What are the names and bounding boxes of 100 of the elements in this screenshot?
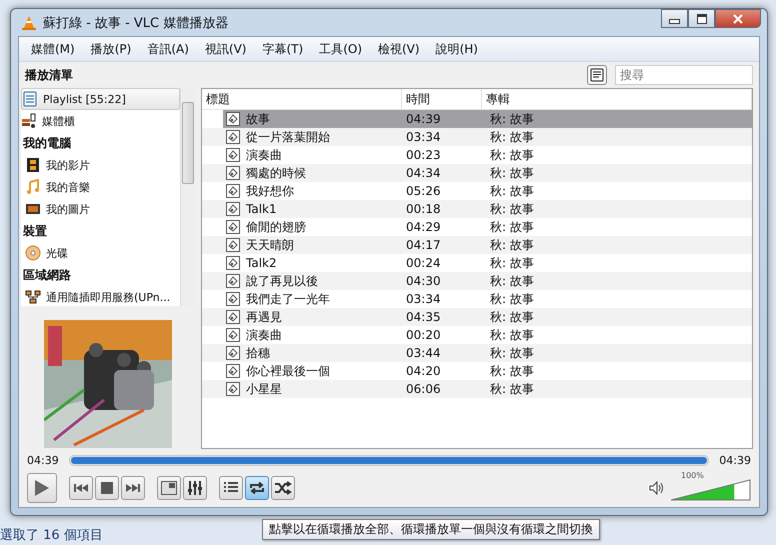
track-album: 秋: 故事 bbox=[489, 272, 535, 290]
track-title: 我好想你 bbox=[246, 182, 294, 200]
track-time: 00:23 bbox=[405, 148, 442, 162]
track-time: 00:18 bbox=[405, 202, 442, 216]
previous-icon bbox=[73, 483, 89, 493]
playlist-row[interactable]: 我好想你 05:26 秋: 故事 bbox=[202, 182, 752, 200]
close-icon bbox=[733, 14, 743, 24]
playlist-row[interactable]: 說了再見以後 04:30 秋: 故事 bbox=[202, 272, 752, 290]
menu-item[interactable]: 字幕(T) bbox=[254, 40, 312, 58]
playlist-row[interactable]: 故事 04:39 秋: 故事 bbox=[223, 110, 752, 128]
audio-file-icon bbox=[226, 184, 240, 198]
picture-frame-icon bbox=[25, 201, 41, 217]
playlist-row[interactable]: 獨處的時候 04:34 秋: 故事 bbox=[202, 164, 752, 182]
track-time: 04:20 bbox=[405, 364, 442, 378]
playlist-row[interactable]: 偷閒的翅膀 04:29 秋: 故事 bbox=[202, 218, 752, 236]
track-album: 秋: 故事 bbox=[489, 380, 535, 398]
audio-file-icon bbox=[226, 166, 240, 180]
track-title: 再遇見 bbox=[246, 308, 282, 326]
view-mode-button[interactable] bbox=[587, 65, 607, 85]
list-icon bbox=[223, 481, 239, 495]
column-header[interactable]: 時間 bbox=[402, 89, 482, 109]
sidebar-item[interactable]: Playlist [55:22] bbox=[21, 88, 180, 110]
audio-file-icon bbox=[226, 238, 240, 252]
playlist-row[interactable]: Talk2 00:24 秋: 故事 bbox=[202, 254, 752, 272]
window-icon bbox=[161, 481, 177, 495]
playlist-button[interactable] bbox=[219, 476, 243, 500]
equalizer-icon bbox=[187, 480, 203, 496]
playlist-row[interactable]: 拾穗 03:44 秋: 故事 bbox=[202, 344, 752, 362]
elapsed-time: 04:39 bbox=[27, 454, 59, 466]
audio-file-icon bbox=[226, 220, 240, 234]
next-icon bbox=[125, 483, 141, 493]
play-button[interactable] bbox=[27, 473, 57, 503]
shuffle-button[interactable] bbox=[271, 476, 295, 500]
playlist-row[interactable]: 從一片落葉開始 03:34 秋: 故事 bbox=[202, 128, 752, 146]
menu-item[interactable]: 音訊(A) bbox=[139, 40, 197, 58]
playlist-row[interactable]: 演奏曲 00:20 秋: 故事 bbox=[202, 326, 752, 344]
track-album: 秋: 故事 bbox=[489, 308, 535, 326]
column-header[interactable]: 標題 bbox=[202, 89, 402, 109]
search-field[interactable]: 搜尋 bbox=[615, 65, 753, 85]
playlist-title: 播放清單 bbox=[25, 66, 74, 84]
sidebar-item[interactable]: 我的圖片 bbox=[21, 198, 180, 220]
previous-button[interactable] bbox=[69, 476, 93, 500]
sidebar-item[interactable]: 通用隨插即用服務(UPn... bbox=[21, 286, 180, 306]
stop-button[interactable] bbox=[95, 476, 119, 500]
playlist-row[interactable]: 再遇見 04:35 秋: 故事 bbox=[202, 308, 752, 326]
menu-item[interactable]: 檢視(V) bbox=[370, 40, 428, 58]
sidebar-item[interactable]: 我的音樂 bbox=[21, 176, 180, 198]
track-time: 06:06 bbox=[405, 382, 442, 396]
track-album: 秋: 故事 bbox=[489, 236, 535, 254]
track-time: 03:44 bbox=[405, 346, 442, 360]
track-title: 天天晴朗 bbox=[246, 236, 294, 254]
sidebar-item[interactable]: 光碟 bbox=[21, 242, 180, 264]
track-album: 秋: 故事 bbox=[489, 344, 535, 362]
playlist-row[interactable]: 我們走了一光年 03:34 秋: 故事 bbox=[202, 290, 752, 308]
traffic-cone-icon bbox=[21, 14, 37, 30]
playlist-icon bbox=[22, 91, 38, 107]
track-time: 00:24 bbox=[405, 256, 442, 270]
speaker-icon[interactable] bbox=[649, 481, 665, 495]
close-button[interactable] bbox=[715, 9, 761, 28]
sidebar-heading: 我的電腦 bbox=[22, 135, 72, 152]
track-time: 04:17 bbox=[405, 238, 442, 252]
track-time: 04:29 bbox=[405, 220, 442, 234]
sidebar-heading: 裝置 bbox=[22, 223, 48, 240]
playlist-row[interactable]: 你心裡最後一個 04:20 秋: 故事 bbox=[202, 362, 752, 380]
maximize-button[interactable] bbox=[688, 9, 715, 28]
shuffle-icon bbox=[274, 481, 292, 495]
playlist-row[interactable]: Talk1 00:18 秋: 故事 bbox=[202, 200, 752, 218]
sidebar-heading: 區域網路 bbox=[22, 267, 72, 284]
loop-button[interactable] bbox=[245, 476, 269, 500]
track-title: Talk2 bbox=[246, 256, 277, 270]
menu-item[interactable]: 說明(H) bbox=[428, 40, 486, 58]
audio-file-icon bbox=[226, 256, 240, 270]
equalizer-button[interactable] bbox=[183, 476, 207, 500]
next-button[interactable] bbox=[121, 476, 145, 500]
track-time: 03:34 bbox=[405, 292, 442, 306]
track-title: 演奏曲 bbox=[246, 326, 282, 344]
menu-item[interactable]: 工具(O) bbox=[311, 40, 370, 58]
track-title: 你心裡最後一個 bbox=[246, 362, 330, 380]
track-time: 05:26 bbox=[405, 184, 442, 198]
play-icon bbox=[34, 479, 50, 497]
menu-item[interactable]: 視訊(V) bbox=[196, 40, 254, 58]
minimize-button[interactable] bbox=[661, 9, 688, 28]
sidebar-item[interactable]: 我的影片 bbox=[21, 154, 180, 176]
playlist-row[interactable]: 演奏曲 00:23 秋: 故事 bbox=[202, 146, 752, 164]
track-title: 獨處的時候 bbox=[246, 164, 306, 182]
sidebar-item[interactable]: 媒體櫃 bbox=[21, 110, 180, 132]
track-album: 秋: 故事 bbox=[489, 128, 535, 146]
menu-item[interactable]: 媒體(M) bbox=[23, 40, 83, 58]
track-album: 秋: 故事 bbox=[489, 326, 535, 344]
music-note-icon bbox=[25, 179, 41, 195]
column-header[interactable]: 專輯 bbox=[482, 89, 752, 109]
audio-file-icon bbox=[226, 148, 240, 162]
track-title: 從一片落葉開始 bbox=[246, 128, 330, 146]
track-title: 偷閒的翅膀 bbox=[246, 218, 306, 236]
playlist-row[interactable]: 天天晴朗 04:17 秋: 故事 bbox=[202, 236, 752, 254]
audio-file-icon bbox=[226, 274, 240, 288]
menu-item[interactable]: 播放(P) bbox=[82, 40, 140, 58]
track-title: 說了再見以後 bbox=[246, 272, 318, 290]
playlist-row[interactable]: 小星星 06:06 秋: 故事 bbox=[202, 380, 752, 398]
fullscreen-button[interactable] bbox=[157, 476, 181, 500]
